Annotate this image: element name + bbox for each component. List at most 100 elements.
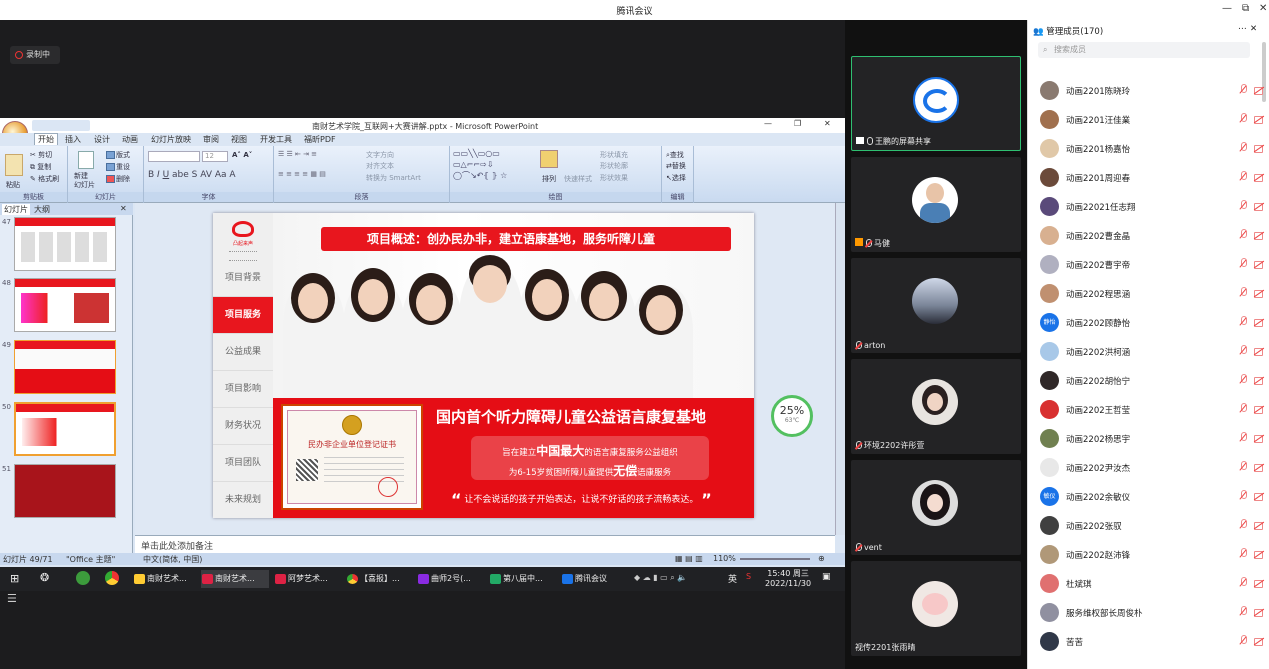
video-tile[interactable]: 王鹏的屏幕共享 <box>851 56 1021 151</box>
grow-font-icon[interactable]: A˄ A˅ <box>232 151 252 159</box>
mic-muted-icon[interactable] <box>1239 635 1247 646</box>
font-format-icons[interactable]: B I U abe S AV Aa A <box>148 170 236 180</box>
camera-off-icon[interactable] <box>1254 347 1265 356</box>
camera-off-icon[interactable] <box>1254 550 1265 559</box>
font-name-select[interactable] <box>148 151 200 162</box>
member-row[interactable]: 服务维权部长周俊朴 <box>1028 598 1268 627</box>
member-row[interactable]: 动画2201汪佳業 <box>1028 105 1268 134</box>
mic-muted-icon[interactable] <box>1239 432 1247 443</box>
close-panel-icon[interactable]: ✕ <box>120 204 127 213</box>
chrome-icon[interactable] <box>105 571 119 585</box>
taskbar-item[interactable]: 【喜报】... <box>346 570 414 588</box>
mic-muted-icon[interactable] <box>1239 142 1247 153</box>
mic-muted-icon[interactable] <box>1239 345 1247 356</box>
current-slide[interactable]: 凸起来声 项目背景 项目服务 公益成果 项目影响 财务状况 项目团队 未来规划 … <box>213 213 754 518</box>
taskbar-item[interactable]: 曲师2号(... <box>417 570 485 588</box>
quick-access-toolbar[interactable] <box>32 120 90 131</box>
member-row[interactable]: 杜斌琪 <box>1028 569 1268 598</box>
camera-off-icon[interactable] <box>1254 289 1265 298</box>
camera-off-icon[interactable] <box>1254 318 1265 327</box>
tab-slides[interactable]: 幻灯片 <box>2 204 30 215</box>
minimize-button[interactable]: — <box>1222 3 1232 14</box>
camera-off-icon[interactable] <box>1254 202 1265 211</box>
paste-button[interactable]: 粘贴 <box>6 180 20 190</box>
zoom-slider[interactable] <box>740 558 810 560</box>
list-icons[interactable]: ☰ ☰ ⇤ ⇥ ≡ <box>278 150 317 158</box>
select-button[interactable]: ↖选择 <box>666 173 686 183</box>
cpu-usage-gauge[interactable]: 25% 63℃ <box>771 395 813 437</box>
member-row[interactable]: 动画2202胡怡宁 <box>1028 366 1268 395</box>
member-row[interactable]: 静怡 动画2202顾静怡 <box>1028 308 1268 337</box>
new-slide-button[interactable]: 新建 幻灯片 <box>74 172 95 190</box>
slide-thumbnail-51[interactable] <box>14 464 116 518</box>
browser-icon[interactable] <box>76 571 90 585</box>
video-tile[interactable]: vent <box>851 460 1021 555</box>
slide-vertical-scrollbar[interactable] <box>835 203 845 535</box>
member-row[interactable]: 动画2202张驭 <box>1028 511 1268 540</box>
taskbar-item[interactable]: 第八届中... <box>489 570 557 588</box>
member-row[interactable]: 敏仪 动画2202余敏仪 <box>1028 482 1268 511</box>
ppt-minimize-icon[interactable]: — <box>764 119 772 128</box>
replace-button[interactable]: ⇄替换 <box>666 161 686 171</box>
shape-effects-button[interactable]: 形状效果 <box>600 173 628 183</box>
new-slide-icon[interactable] <box>78 151 94 169</box>
tab-insert[interactable]: 插入 <box>65 134 81 145</box>
camera-off-icon[interactable] <box>1254 86 1265 95</box>
mic-muted-icon[interactable] <box>1239 577 1247 588</box>
align-text-button[interactable]: 对齐文本 <box>366 161 394 171</box>
cut-button[interactable]: ✂ 剪切 <box>30 150 52 160</box>
layout-button[interactable]: 版式 <box>106 150 130 160</box>
member-row[interactable]: 动画2202曹宇帝 <box>1028 250 1268 279</box>
camera-off-icon[interactable] <box>1254 434 1265 443</box>
member-row[interactable]: 苦苦 <box>1028 627 1268 656</box>
taskbar-clock[interactable]: 15:40 周三 2022/11/30 <box>765 569 811 589</box>
member-row[interactable]: 动画2201杨嘉怡 <box>1028 134 1268 163</box>
smartart-button[interactable]: 转换为 SmartArt <box>366 173 421 183</box>
shapes-gallery[interactable]: ▭▭╲╲▭○▭ ▭△⌐⌐⇨⇩ ◯⌒↘↶⦃ ⦄ ☆ <box>453 148 507 181</box>
camera-off-icon[interactable] <box>1254 173 1265 182</box>
mic-muted-icon[interactable] <box>1239 490 1247 501</box>
slide-thumbnail-47[interactable] <box>14 217 116 271</box>
mic-muted-icon[interactable] <box>1239 171 1247 182</box>
taskbar-item-active[interactable]: 南财艺术... <box>201 570 269 588</box>
member-row[interactable]: 动画2201陈晓玲 <box>1028 76 1268 105</box>
camera-off-icon[interactable] <box>1254 260 1265 269</box>
close-panel-icon[interactable]: ✕ <box>1250 24 1257 34</box>
tab-developer[interactable]: 开发工具 <box>260 134 292 145</box>
camera-off-icon[interactable] <box>1254 405 1265 414</box>
mic-muted-icon[interactable] <box>1239 374 1247 385</box>
mic-muted-icon[interactable] <box>1239 84 1247 95</box>
notes-pane[interactable]: 单击此处添加备注 <box>135 535 835 553</box>
video-tile[interactable]: 马健 <box>851 157 1021 252</box>
zoom-level[interactable]: 110% <box>713 554 736 563</box>
shape-fill-button[interactable]: 形状填充 <box>600 150 628 160</box>
arrange-button[interactable]: 排列 <box>542 174 556 184</box>
slide-thumbnail-50[interactable] <box>14 402 116 456</box>
camera-off-icon[interactable] <box>1254 521 1265 530</box>
camera-off-icon[interactable] <box>1254 637 1265 646</box>
copy-button[interactable]: ⧉ 复制 <box>30 162 51 172</box>
tab-animation[interactable]: 动画 <box>122 134 138 145</box>
taskbar-item[interactable]: 南财艺术... <box>133 570 199 588</box>
app-icon[interactable]: ❂ <box>40 571 49 584</box>
member-row[interactable]: 动画22021任志翔 <box>1028 192 1268 221</box>
arrange-icon[interactable] <box>540 150 558 168</box>
mic-muted-icon[interactable] <box>1239 200 1247 211</box>
camera-off-icon[interactable] <box>1254 115 1265 124</box>
camera-off-icon[interactable] <box>1254 579 1265 588</box>
video-tile[interactable]: 视传2201张雨晴 <box>851 561 1021 656</box>
slide-thumbnail-49[interactable] <box>14 340 116 394</box>
mic-muted-icon[interactable] <box>1239 403 1247 414</box>
ppt-close-icon[interactable]: ✕ <box>824 119 831 128</box>
text-direction-button[interactable]: 文字方向 <box>366 150 394 160</box>
quick-styles-button[interactable]: 快速样式 <box>564 174 592 184</box>
camera-off-icon[interactable] <box>1254 376 1265 385</box>
member-search-input[interactable]: 搜索成员 <box>1038 42 1250 58</box>
camera-off-icon[interactable] <box>1254 492 1265 501</box>
member-row[interactable]: 动画2202赵沛锋 <box>1028 540 1268 569</box>
find-button[interactable]: ⌕查找 <box>666 150 684 160</box>
tab-design[interactable]: 设计 <box>94 134 110 145</box>
member-row[interactable]: 动画2202杨思宇 <box>1028 424 1268 453</box>
tab-home[interactable]: 开始 <box>34 133 58 145</box>
more-icon[interactable]: ⋯ <box>1238 24 1247 34</box>
